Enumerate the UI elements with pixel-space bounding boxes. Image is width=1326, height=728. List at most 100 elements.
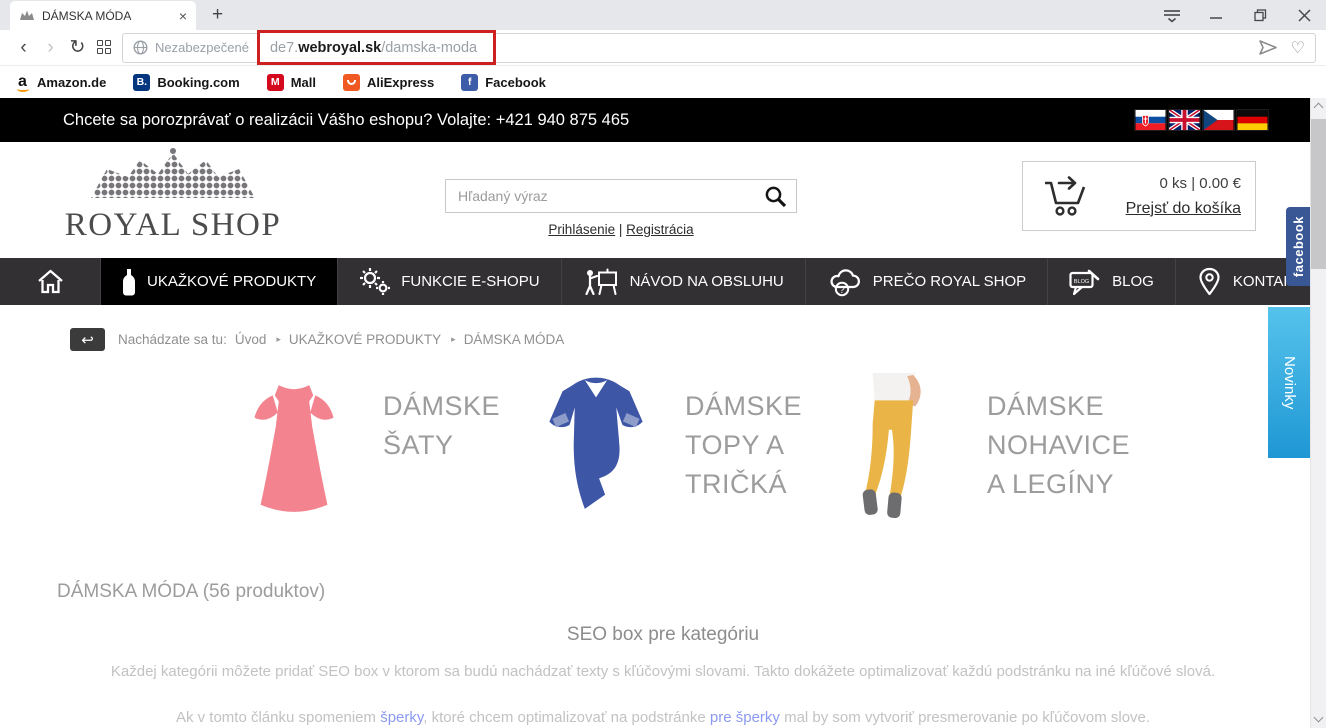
reload-icon[interactable]: ↻	[64, 36, 91, 59]
facebook-icon: f	[461, 74, 478, 91]
tab-close-icon[interactable]: ×	[179, 8, 187, 24]
category-tops[interactable]: DÁMSKE TOPY A TRIČKÁ	[540, 371, 842, 523]
nav-label: PREČO ROYAL SHOP	[873, 273, 1026, 290]
search-input[interactable]	[446, 188, 764, 204]
breadcrumb-home[interactable]: Úvod	[235, 332, 267, 347]
new-tab-button[interactable]: +	[212, 4, 223, 26]
bottle-icon	[122, 268, 136, 296]
seo-link-pre-sperky[interactable]: pre šperky	[710, 709, 780, 726]
favicon-crown-icon	[19, 10, 35, 21]
url-path: /damska-moda	[381, 40, 477, 56]
nav-label: NÁVOD NA OBSLUHU	[630, 273, 784, 290]
category-pants[interactable]: DÁMSKE NOHAVICE A LEGÍNY	[842, 371, 1144, 523]
minimize-icon[interactable]	[1194, 0, 1238, 30]
flag-sk-icon[interactable]	[1135, 110, 1166, 130]
nav-eshop-functions[interactable]: FUNKCIE E-SHOPU	[337, 258, 560, 305]
url-field[interactable]: Nezabezpečené de7.webroyal.sk/damska-mod…	[122, 33, 1316, 63]
auth-separator: |	[619, 222, 623, 237]
globe-icon	[133, 40, 148, 55]
category-title: DÁMSKE ŠATY	[383, 387, 500, 523]
bookmark-mall[interactable]: M Mall	[267, 74, 316, 91]
flag-cz-icon[interactable]	[1203, 110, 1234, 130]
top-banner: Chcete sa porozprávať o realizácii Vášho…	[0, 98, 1326, 142]
url-prefix: de7.	[270, 40, 298, 56]
nav-label: BLOG	[1112, 273, 1154, 290]
booking-icon: B.	[133, 74, 150, 91]
bookmark-amazon[interactable]: a Amazon.de	[15, 73, 106, 91]
flag-de-icon[interactable]	[1237, 110, 1268, 130]
seo-box-title: SEO box pre kategóriu	[0, 624, 1326, 646]
category-title: DÁMSKE TOPY A TRIČKÁ	[685, 387, 802, 523]
security-label: Nezabezpečené	[155, 40, 249, 55]
cart-amount: 0 ks | 0.00 €	[1126, 175, 1241, 192]
page-scrollbar[interactable]	[1310, 98, 1326, 728]
scrollbar-thumb[interactable]	[1311, 119, 1326, 269]
nav-home[interactable]	[0, 258, 100, 305]
category-heading: DÁMSKA MÓDA (56 produktov)	[57, 581, 1326, 603]
nav-label: FUNKCIE E-SHOPU	[401, 273, 539, 290]
login-link[interactable]: Prihlásenie	[548, 222, 615, 237]
bookmark-booking[interactable]: B. Booking.com	[133, 74, 239, 91]
cart-box[interactable]: 0 ks | 0.00 € Prejsť do košíka	[1022, 161, 1256, 231]
gears-icon	[359, 267, 390, 296]
bookmark-aliexpress[interactable]: AliExpress	[343, 74, 434, 91]
main-navigation: UKAŽKOVÉ PRODUKTY FUNKCIE E-SHOPU NÁVOD …	[0, 258, 1326, 305]
banner-text: Chcete sa porozprávať o realizácii Vášho…	[63, 111, 629, 130]
breadcrumb-back-button[interactable]: ↩	[70, 328, 105, 351]
close-window-icon[interactable]	[1282, 0, 1326, 30]
category-title: DÁMSKE NOHAVICE A LEGÍNY	[987, 387, 1130, 523]
bookmark-label: Amazon.de	[37, 75, 106, 90]
breadcrumb-prefix: Nachádzate sa tu:	[118, 332, 227, 347]
scroll-up-icon[interactable]	[1314, 103, 1324, 113]
send-icon[interactable]	[1258, 39, 1278, 56]
bookmark-label: Booking.com	[157, 75, 239, 90]
bookmark-facebook[interactable]: f Facebook	[461, 74, 546, 91]
facebook-side-tab[interactable]: facebook	[1286, 207, 1311, 286]
top-image	[540, 371, 652, 523]
nav-blog[interactable]: BLOG BLOG	[1047, 258, 1175, 305]
url-red-highlight[interactable]: de7.webroyal.sk/damska-moda	[257, 30, 496, 65]
heart-icon[interactable]: ♡	[1291, 38, 1305, 58]
breadcrumb: ↩ Nachádzate sa tu: Úvod ▸ UKAŽKOVÉ PROD…	[70, 328, 1326, 351]
svg-text:BLOG: BLOG	[1074, 279, 1089, 285]
search-icon[interactable]	[764, 185, 787, 208]
forward-icon[interactable]: ›	[37, 37, 64, 59]
news-side-tab[interactable]: Novinky	[1268, 307, 1311, 458]
go-to-cart-link[interactable]: Prejsť do košíka	[1126, 200, 1241, 218]
amazon-icon: a	[15, 73, 30, 91]
back-icon[interactable]: ‹	[10, 37, 37, 59]
dress-image	[238, 371, 350, 523]
nav-manual[interactable]: NÁVOD NA OBSLUHU	[561, 258, 805, 305]
bookmarks-bar: a Amazon.de B. Booking.com M Mall AliExp…	[0, 66, 1326, 98]
address-bar: ‹ › ↻ Nezabezpečené de7.webroyal.sk/dams…	[0, 30, 1326, 66]
logo-text: ROYAL SHOP	[56, 207, 290, 244]
browser-menu-icon[interactable]	[1150, 0, 1194, 30]
aliexpress-icon	[343, 74, 360, 91]
nav-label: UKAŽKOVÉ PRODUKTY	[147, 273, 316, 290]
nav-why-royal-shop[interactable]: ? PREČO ROYAL SHOP	[805, 258, 1047, 305]
url-domain: webroyal.sk	[298, 40, 381, 56]
shop-logo[interactable]: ROYAL SHOP	[56, 147, 290, 244]
seo-link-sperky[interactable]: šperky	[380, 709, 423, 726]
search-box	[445, 179, 797, 213]
auth-links: Prihlásenie | Registrácia	[445, 222, 797, 237]
register-link[interactable]: Registrácia	[626, 222, 694, 237]
scroll-down-icon[interactable]	[1314, 713, 1324, 723]
seo-paragraph: Každej kategórii môžete pridať SEO box v…	[0, 663, 1326, 680]
bookmark-label: AliExpress	[367, 75, 434, 90]
mall-icon: M	[267, 74, 284, 91]
site-header: ROYAL SHOP Prihlásenie | Registrácia 0 k…	[0, 142, 1326, 258]
flag-gb-icon[interactable]	[1169, 110, 1200, 130]
category-dresses[interactable]: DÁMSKE ŠATY	[238, 371, 540, 523]
breadcrumb-level1[interactable]: UKAŽKOVÉ PRODUKTY	[289, 332, 441, 347]
tutorial-icon	[583, 268, 619, 295]
nav-sample-products[interactable]: UKAŽKOVÉ PRODUKTY	[100, 258, 337, 305]
restore-icon[interactable]	[1238, 0, 1282, 30]
breadcrumb-current: DÁMSKA MÓDA	[464, 332, 565, 347]
window-controls	[1150, 0, 1326, 30]
speed-dial-icon[interactable]	[97, 40, 112, 55]
blog-icon: BLOG	[1069, 268, 1101, 296]
svg-text:?: ?	[839, 285, 845, 296]
browser-tab[interactable]: DÁMSKA MÓDA ×	[10, 1, 196, 30]
home-icon	[37, 269, 64, 294]
